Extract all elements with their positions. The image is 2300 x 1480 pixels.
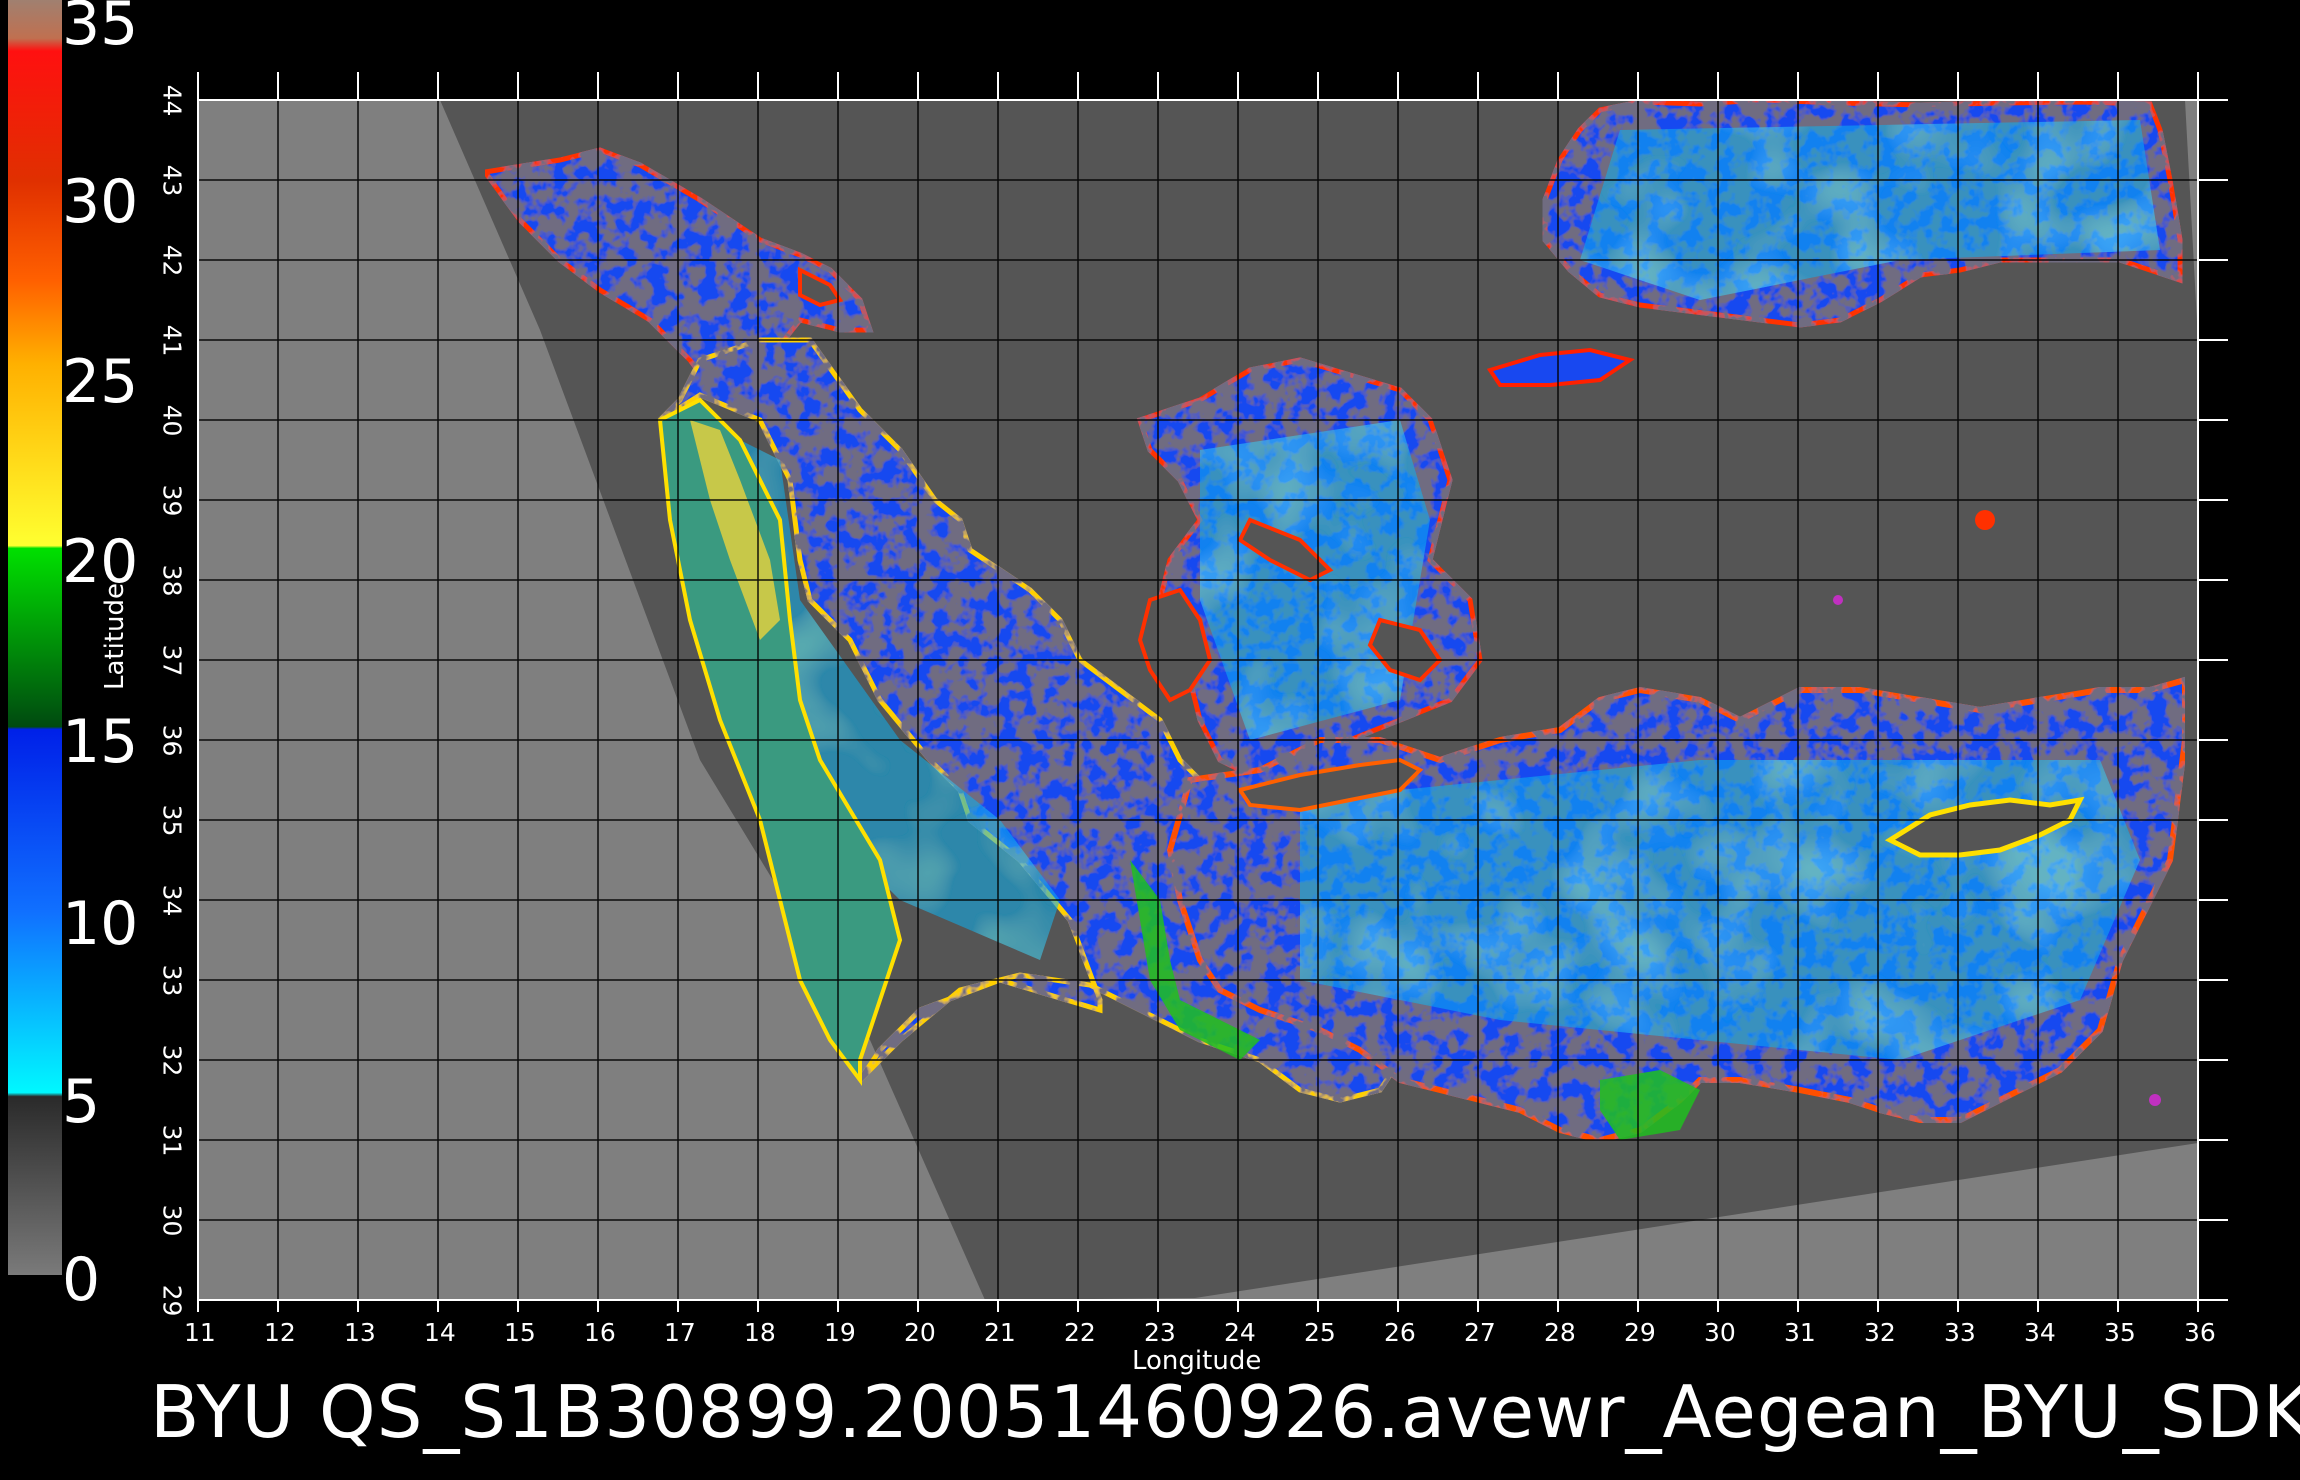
latitude-tick-label: 30 — [157, 1204, 187, 1237]
longitude-tick-label: 34 — [2024, 1318, 2056, 1347]
map-panel — [197, 72, 2228, 1312]
latitude-tick-label: 36 — [157, 724, 187, 757]
longitude-tick-label: 12 — [264, 1318, 296, 1347]
latitude-tick-label: 31 — [157, 1124, 187, 1157]
longitude-tick-label: 33 — [1944, 1318, 1976, 1347]
y-axis-title: Latitude — [100, 582, 130, 690]
longitude-tick-label: 26 — [1384, 1318, 1416, 1347]
longitude-tick-label: 36 — [2184, 1318, 2216, 1347]
latitude-tick-label: 43 — [157, 164, 187, 197]
latitude-tick-label: 34 — [157, 884, 187, 917]
latitude-tick-label: 32 — [157, 1044, 187, 1077]
longitude-tick-label: 16 — [584, 1318, 616, 1347]
longitude-tick-label: 23 — [1144, 1318, 1176, 1347]
longitude-tick-label: 22 — [1064, 1318, 1096, 1347]
latitude-tick-label: 37 — [157, 644, 187, 677]
longitude-tick-label: 17 — [664, 1318, 696, 1347]
longitude-tick-label: 35 — [2104, 1318, 2136, 1347]
longitude-tick-label: 27 — [1464, 1318, 1496, 1347]
longitude-tick-label: 19 — [824, 1318, 856, 1347]
longitude-tick-label: 15 — [504, 1318, 536, 1347]
map-figure: 0 5 10 15 20 25 30 35 11 12 13 14 15 16 … — [0, 0, 2300, 1480]
latitude-tick-label: 44 — [157, 84, 187, 117]
latitude-tick-label: 42 — [157, 244, 187, 277]
longitude-tick-label: 24 — [1224, 1318, 1256, 1347]
longitude-tick-label: 13 — [344, 1318, 376, 1347]
longitude-tick-label: 21 — [984, 1318, 1016, 1347]
longitude-tick-label: 11 — [184, 1318, 216, 1347]
latitude-tick-label: 38 — [157, 564, 187, 597]
longitude-tick-label: 18 — [744, 1318, 776, 1347]
latitude-tick-label: 41 — [157, 324, 187, 357]
longitude-tick-label: 31 — [1784, 1318, 1816, 1347]
longitude-tick-label: 14 — [424, 1318, 456, 1347]
file-title: BYU QS_S1B30899.20051460926.avewr_Aegean… — [150, 1370, 2300, 1454]
latitude-tick-label: 29 — [157, 1284, 187, 1317]
latitude-tick-label: 39 — [157, 484, 187, 517]
longitude-tick-label: 25 — [1304, 1318, 1336, 1347]
lake-spot-3 — [2149, 1094, 2161, 1106]
longitude-tick-label: 28 — [1544, 1318, 1576, 1347]
longitude-tick-label: 29 — [1624, 1318, 1656, 1347]
lake-spot-2 — [1833, 595, 1843, 605]
latitude-tick-label: 35 — [157, 804, 187, 837]
latitude-tick-label: 33 — [157, 964, 187, 997]
latitude-tick-label: 40 — [157, 404, 187, 437]
longitude-tick-label: 32 — [1864, 1318, 1896, 1347]
longitude-tick-label: 30 — [1704, 1318, 1736, 1347]
lake-spot — [1975, 510, 1995, 530]
longitude-tick-label: 20 — [904, 1318, 936, 1347]
